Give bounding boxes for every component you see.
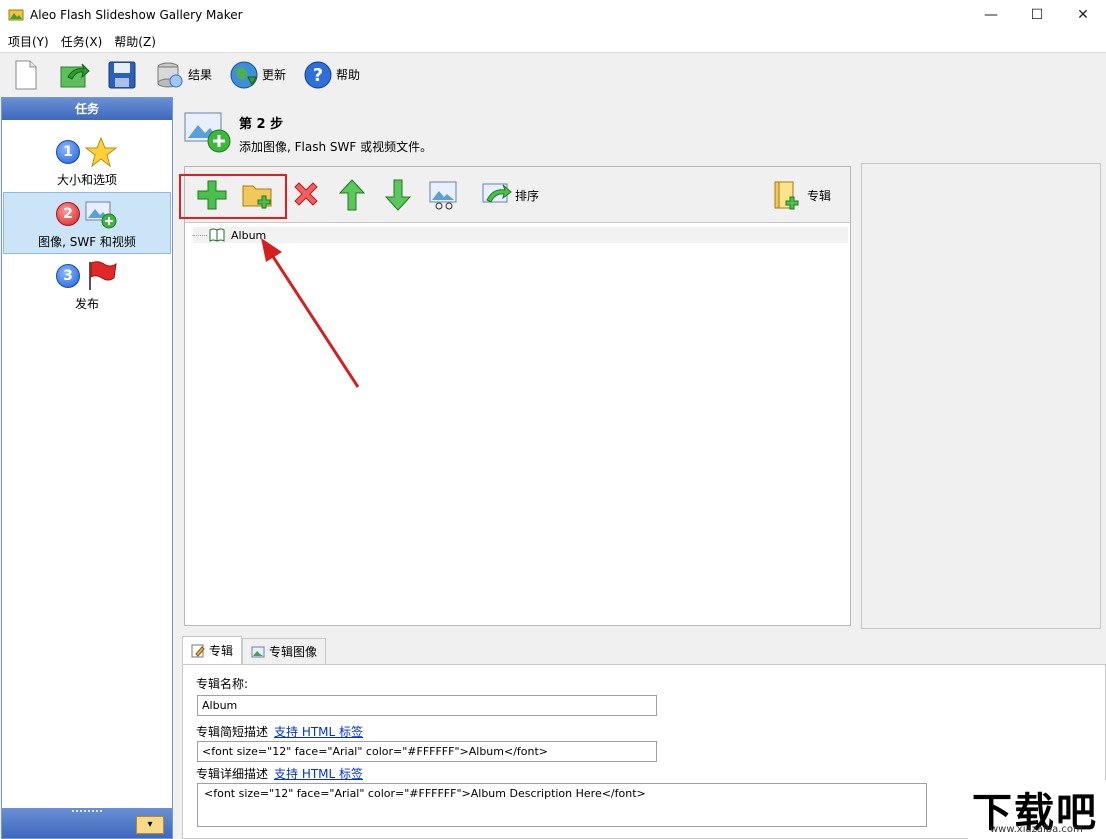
main-toolbar: 结果 更新 ? 帮助: [0, 52, 1106, 96]
window-title: Aleo Flash Slideshow Gallery Maker: [30, 8, 243, 22]
image-icon: [251, 646, 265, 657]
step-number-badge: 1: [56, 139, 80, 164]
step-label: 大小和选项: [56, 172, 117, 187]
update-button[interactable]: 更新: [224, 55, 290, 95]
sort-button[interactable]: 排序: [479, 177, 539, 213]
tree-item-label: Album: [231, 228, 267, 242]
menu-bar: 项目(Y) 任务(X) 帮助(Z): [0, 30, 1106, 52]
main-content: 第 2 步 添加图像, Flash SWF 或视频文件。 排序 专辑 Album…: [175, 97, 1106, 839]
tree-connector: [193, 234, 207, 236]
step-description: 添加图像, Flash SWF 或视频文件。: [239, 140, 433, 154]
sidebar-header: 任务: [2, 98, 172, 120]
long-desc-input[interactable]: <font size="12" face="Arial" color="#FFF…: [197, 783, 927, 827]
tab-album[interactable]: 专辑: [182, 636, 243, 664]
step-icons: 3: [56, 259, 118, 293]
add-image-icon: [85, 201, 117, 228]
delete-button[interactable]: [289, 177, 323, 213]
step-number-badge: 3: [56, 263, 80, 288]
menu-project[interactable]: 项目(Y): [2, 33, 55, 50]
site-watermark: 下载吧 www.xiazaiba.com: [968, 780, 1106, 839]
long-desc-html-link[interactable]: 支持 HTML 标签: [274, 767, 363, 781]
results-button[interactable]: 结果: [150, 55, 216, 95]
open-project-icon: [60, 63, 90, 87]
minimize-button[interactable]: —: [968, 0, 1014, 30]
new-project-button[interactable]: [6, 55, 46, 95]
short-desc-input[interactable]: <font size="12" face="Arial" color="#FFF…: [197, 741, 657, 762]
close-button[interactable]: ✕: [1060, 0, 1106, 30]
step-icons: 1: [56, 135, 118, 169]
step-title: 第 2 步: [239, 117, 284, 132]
help-label: 帮助: [336, 68, 361, 82]
preview-panel: [861, 163, 1101, 629]
long-desc-label-text: 专辑详细描述: [196, 767, 269, 781]
sidebar-step-images[interactable]: 2 图像, SWF 和视频: [3, 192, 171, 254]
open-project-button[interactable]: [54, 55, 94, 95]
add-buttons-highlight: [179, 174, 287, 219]
svg-text:?: ?: [313, 65, 323, 86]
step-label: 图像, SWF 和视频: [38, 234, 136, 249]
help-button[interactable]: ? 帮助: [298, 55, 364, 95]
step-label: 发布: [74, 296, 99, 311]
sort-icon: [482, 183, 512, 203]
update-label: 更新: [262, 68, 287, 82]
move-down-button[interactable]: [381, 177, 415, 213]
arrow-up-icon: [338, 179, 366, 211]
short-desc-label: 专辑简短描述 支持 HTML 标签: [196, 723, 363, 740]
album-label: 专辑: [807, 188, 832, 203]
help-question-icon: ?: [304, 61, 332, 88]
sidebar-footer: ▾: [2, 808, 172, 838]
media-tree-panel: 排序 专辑 Album: [179, 166, 851, 626]
maximize-button[interactable]: ☐: [1014, 0, 1060, 30]
short-desc-label-text: 专辑简短描述: [196, 725, 269, 739]
new-document-icon: [15, 60, 37, 89]
long-desc-label: 专辑详细描述 支持 HTML 标签: [196, 765, 363, 782]
album-book-icon: [774, 181, 799, 210]
tab-label: 专辑: [209, 644, 234, 658]
flag-icon: [89, 260, 117, 290]
save-project-button[interactable]: [102, 55, 142, 95]
step-icons: 2: [56, 197, 118, 231]
tab-album-images[interactable]: 专辑图像: [242, 638, 327, 664]
tree-toolbar: 排序 专辑: [179, 167, 850, 223]
results-database-icon: [157, 62, 183, 87]
results-label: 结果: [188, 68, 213, 82]
edit-image-icon: [429, 181, 457, 210]
sidebar-step-size-options[interactable]: 1 大小和选项: [2, 130, 172, 192]
star-icon: [84, 136, 118, 167]
album-button[interactable]: 专辑: [771, 177, 831, 213]
tree-item-album[interactable]: Album: [193, 227, 848, 243]
update-globe-icon: [230, 61, 258, 88]
short-desc-html-link[interactable]: 支持 HTML 标签: [274, 725, 363, 739]
sidebar-options-button[interactable]: ▾: [136, 816, 164, 834]
move-up-button[interactable]: [335, 177, 369, 213]
save-disk-icon: [108, 61, 136, 88]
menu-help[interactable]: 帮助(Z): [108, 33, 162, 50]
delete-x-icon: [294, 182, 318, 206]
album-name-label: 专辑名称:: [196, 677, 249, 691]
title-bar: Aleo Flash Slideshow Gallery Maker — ☐ ✕: [0, 0, 1106, 30]
resize-grip[interactable]: [72, 810, 102, 813]
add-image-icon: [184, 112, 231, 153]
window-controls: — ☐ ✕: [968, 0, 1106, 30]
step-header: 第 2 步 添加图像, Flash SWF 或视频文件。: [183, 109, 432, 159]
edit-image-button[interactable]: [427, 177, 461, 213]
app-logo-icon: [8, 9, 24, 21]
sort-label: 排序: [515, 188, 540, 203]
watermark-domain: www.xiazaiba.com: [990, 824, 1083, 835]
step-number-badge: 2: [56, 201, 80, 226]
edit-pencil-icon: [191, 644, 205, 657]
menu-task[interactable]: 任务(X): [55, 33, 109, 50]
properties-tabs: 专辑 专辑图像: [182, 636, 327, 664]
tab-label: 专辑图像: [269, 645, 318, 659]
task-sidebar: 任务 1 大小和选项 2 图像, SWF 和视频 3 发布 ▾: [1, 97, 173, 839]
open-book-icon: [209, 228, 225, 242]
arrow-down-icon: [384, 179, 412, 211]
album-name-input[interactable]: Album: [197, 695, 657, 716]
sidebar-step-publish[interactable]: 3 发布: [2, 254, 172, 316]
